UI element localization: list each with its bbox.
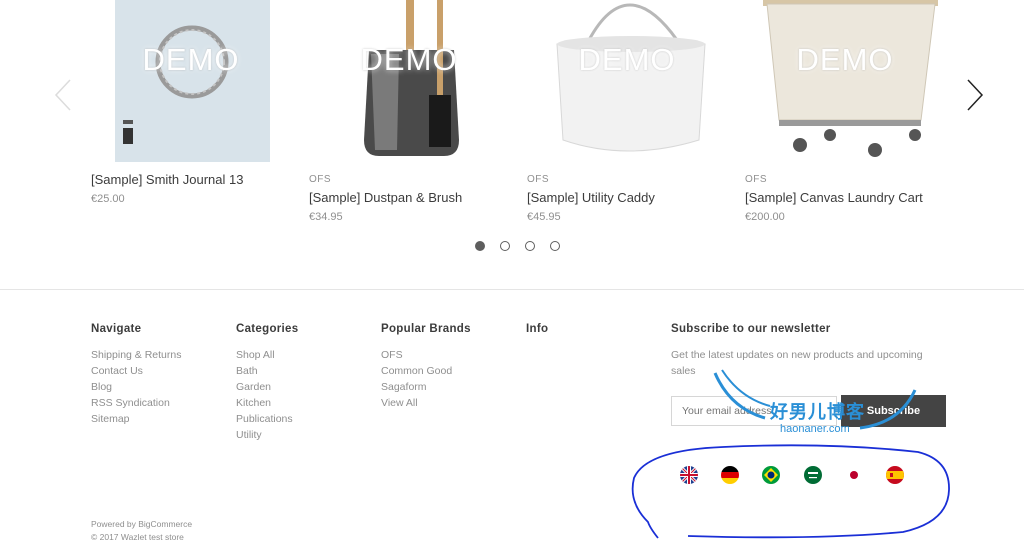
laundry-cart-image (763, 0, 938, 157)
carousel-next-arrow-icon[interactable] (962, 78, 986, 112)
product-price: €45.95 (527, 211, 561, 223)
footer-link-shop-all[interactable]: Shop All (236, 349, 275, 361)
copyright-text: © 2017 Wazlet test store (91, 532, 184, 542)
product-image[interactable]: DEMO (745, 0, 945, 162)
footer-info-title: Info (526, 323, 549, 335)
product-price: €25.00 (91, 193, 125, 205)
footer-divider (0, 289, 1024, 290)
footer-link-sitemap[interactable]: Sitemap (91, 413, 130, 425)
product-brand: OFS (745, 174, 768, 185)
featured-products-carousel: DEMO [Sample] Smith Journal 13 €25.00 DE… (0, 0, 1024, 290)
carousel-dot-1[interactable] (475, 241, 485, 251)
footer-link-contact[interactable]: Contact Us (91, 365, 143, 377)
journal-cover-image (115, 0, 270, 162)
footer-link-kitchen[interactable]: Kitchen (236, 397, 271, 409)
carousel-prev-arrow-icon[interactable] (52, 78, 76, 112)
product-price: €34.95 (309, 211, 343, 223)
footer-link-publications[interactable]: Publications (236, 413, 293, 425)
product-image[interactable]: DEMO (527, 0, 727, 162)
footer-link-rss[interactable]: RSS Syndication (91, 397, 170, 409)
carousel-dot-4[interactable] (550, 241, 560, 251)
product-title[interactable]: [Sample] Dustpan & Brush (309, 190, 462, 205)
product-title[interactable]: [Sample] Smith Journal 13 (91, 172, 243, 187)
product-title[interactable]: [Sample] Canvas Laundry Cart (745, 190, 923, 205)
footer-link-sagaform[interactable]: Sagaform (381, 381, 427, 393)
footer-brands-title: Popular Brands (381, 323, 471, 335)
carousel-dot-2[interactable] (500, 241, 510, 251)
product-card[interactable]: DEMO OFS [Sample] Dustpan & Brush €34.95 (309, 0, 509, 223)
dustpan-brush-image (364, 0, 459, 156)
product-title[interactable]: [Sample] Utility Caddy (527, 190, 655, 205)
footer-link-common-good[interactable]: Common Good (381, 365, 452, 377)
product-image[interactable]: DEMO (91, 0, 291, 162)
product-card[interactable]: DEMO [Sample] Smith Journal 13 €25.00 (91, 0, 291, 205)
watermark-subtext: haonaner.com (780, 423, 850, 435)
footer-link-garden[interactable]: Garden (236, 381, 271, 393)
footer-link-view-all[interactable]: View All (381, 397, 418, 409)
demo-watermark: DEMO (796, 42, 894, 77)
demo-watermark: DEMO (578, 42, 676, 77)
newsletter-title: Subscribe to our newsletter (671, 323, 831, 335)
powered-by-text: Powered by BigCommerce (91, 519, 193, 529)
product-brand: OFS (527, 174, 550, 185)
product-brand: OFS (309, 174, 332, 185)
annotation-circle (631, 444, 950, 539)
watermark-text: 好男儿博客 (770, 402, 865, 422)
footer-categories-title: Categories (236, 323, 299, 335)
footer-link-bath[interactable]: Bath (236, 365, 258, 377)
utility-caddy-image (556, 3, 706, 152)
product-card[interactable]: DEMO OFS [Sample] Canvas Laundry Cart €2… (745, 0, 945, 223)
product-price: €200.00 (745, 211, 785, 223)
footer-link-utility[interactable]: Utility (236, 429, 262, 441)
product-image[interactable]: DEMO (309, 0, 509, 162)
footer-link-shipping[interactable]: Shipping & Returns (91, 349, 181, 361)
footer-link-blog[interactable]: Blog (91, 381, 112, 393)
demo-watermark: DEMO (360, 42, 458, 77)
footer-link-ofs[interactable]: OFS (381, 349, 403, 361)
product-card[interactable]: DEMO OFS [Sample] Utility Caddy €45.95 (527, 0, 727, 223)
footer-navigate-title: Navigate (91, 323, 142, 335)
carousel-dot-3[interactable] (525, 241, 535, 251)
demo-watermark: DEMO (142, 42, 240, 77)
